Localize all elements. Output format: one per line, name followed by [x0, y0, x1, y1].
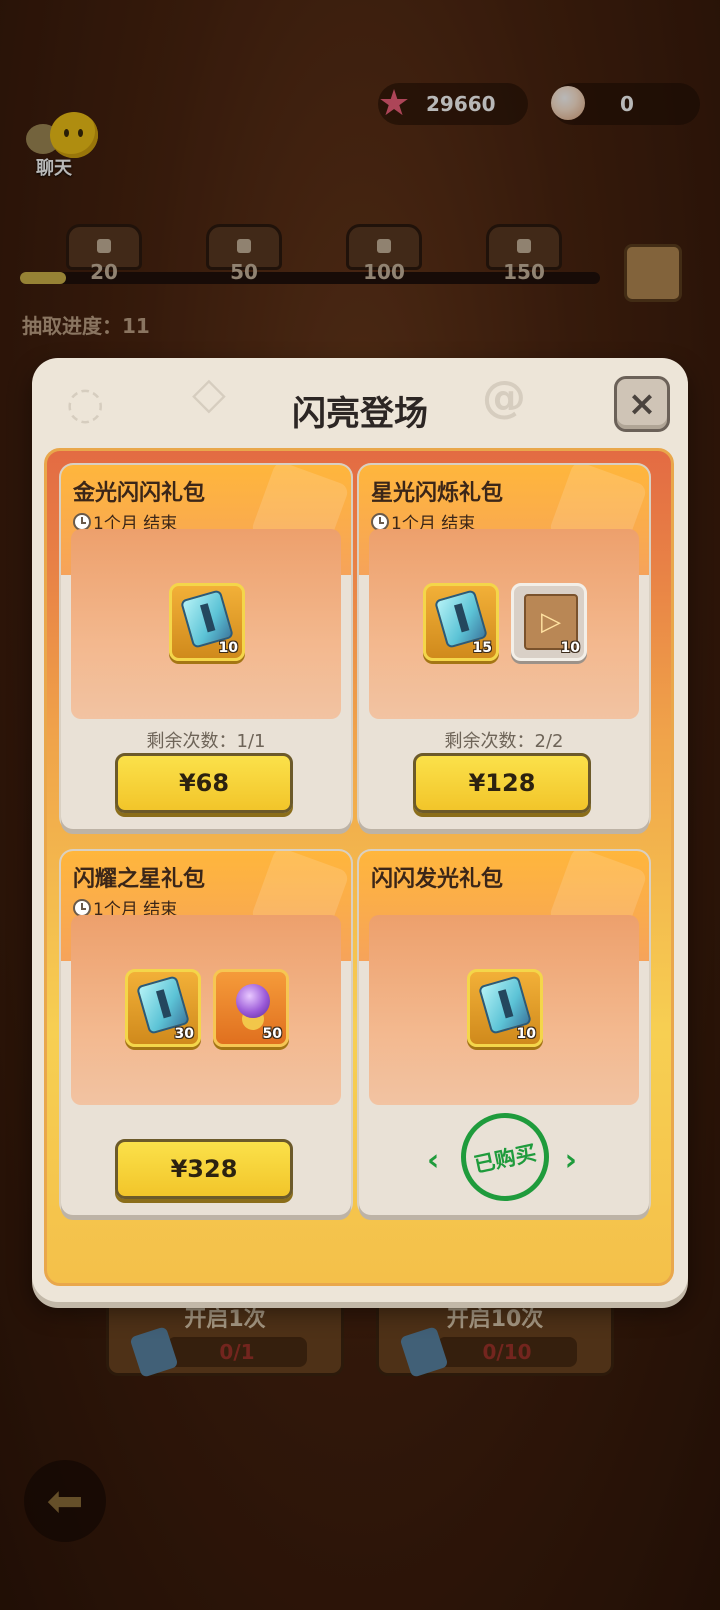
item-quantity: 30	[174, 1026, 194, 1042]
stamp-wing-right-icon: ›	[564, 1143, 577, 1178]
pack-card-starlight: 星光闪烁礼包 1个月 结束 15 ▷ 10 剩余次数：2/2 ¥128	[359, 465, 649, 829]
item-quantity: 50	[262, 1026, 282, 1042]
buy-button[interactable]: ¥68	[115, 753, 293, 813]
stamp-wing-left-icon: ‹	[427, 1143, 440, 1178]
purchased-stamp: ‹ › 已购买	[427, 1113, 577, 1203]
pack-item[interactable]: ▷ 10	[511, 583, 587, 661]
pack-name: 金光闪闪礼包	[73, 481, 206, 506]
item-quantity: 15	[472, 640, 492, 656]
pack-card-shining-star: 闪耀之星礼包 1个月 结束 30 50 ¥328	[61, 851, 351, 1215]
pack-card-gold: 金光闪闪礼包 1个月 结束 10 剩余次数：1/1 ¥68	[61, 465, 351, 829]
pack-contents-panel	[71, 915, 341, 1105]
buy-button[interactable]: ¥328	[115, 1139, 293, 1199]
remaining-count: 剩余次数：2/2	[444, 731, 564, 752]
clock-icon	[371, 512, 389, 531]
item-quantity: 10	[516, 1026, 536, 1042]
close-icon: ×	[627, 384, 657, 424]
pack-item[interactable]: 30	[125, 969, 201, 1047]
pack-name: 星光闪烁礼包	[371, 481, 504, 506]
pack-name: 闪耀之星礼包	[73, 867, 206, 892]
remaining-count: 剩余次数：1/1	[146, 731, 266, 752]
buy-button[interactable]: ¥128	[413, 753, 591, 813]
clock-icon	[73, 512, 91, 531]
pack-name: 闪闪发光礼包	[371, 867, 504, 892]
close-button[interactable]: ×	[614, 376, 670, 432]
modal-title: 闪亮登场	[292, 394, 428, 434]
item-quantity: 10	[560, 640, 580, 656]
packs-container: 金光闪闪礼包 1个月 结束 10 剩余次数：1/1 ¥68 星光闪烁礼包 1个月…	[44, 448, 674, 1286]
pack-card-sparkle: 闪闪发光礼包 10 ‹ › 已购买	[359, 851, 649, 1215]
pack-item[interactable]: 50	[213, 969, 289, 1047]
pack-item[interactable]: 15	[423, 583, 499, 661]
pack-item[interactable]: 10	[467, 969, 543, 1047]
pack-contents-panel	[369, 529, 639, 719]
shop-modal: ◌ ◇ @ 闪亮登场 × 金光闪闪礼包 1个月 结束 10 剩余次数：1/1 ¥…	[32, 358, 688, 1302]
orb-icon	[236, 984, 270, 1018]
item-quantity: 10	[218, 640, 238, 656]
pack-item[interactable]: 10	[169, 583, 245, 661]
clock-icon	[73, 898, 91, 917]
